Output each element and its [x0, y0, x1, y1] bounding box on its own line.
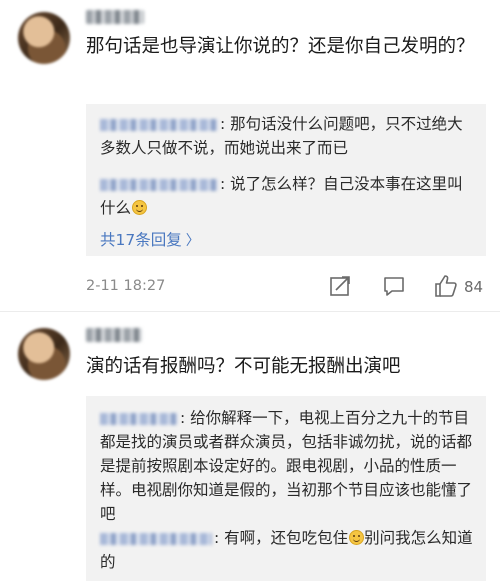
reply-text: : 给你解释一下，电视上百分之九十的节目都是找的演员或者群众演员，包括非诚勿扰，… [100, 409, 473, 523]
username-blurred[interactable] [86, 10, 144, 24]
username-blurred[interactable] [86, 328, 142, 342]
comment-text: 演的话有报酬吗？不可能无报酬出演吧 [86, 356, 401, 377]
reply-username-blurred[interactable]: x [100, 412, 178, 425]
comment-item: 那句话是也导演让你说的？还是你自己发明的？ x: 那句话没什么问题吧，只不过绝大… [0, 0, 500, 311]
comment-item: 演的话有报酬吗？不可能无报酬出演吧 x: 给你解释一下，电视上百分之九十的节目都… [0, 311, 500, 581]
more-replies-link[interactable]: 共17条回复〉 [100, 228, 200, 250]
like-icon[interactable] [434, 274, 458, 298]
reply-text: : 有啊，还包吃包住 [214, 529, 349, 547]
reply-username-blurred[interactable]: x [100, 118, 218, 131]
avatar[interactable] [18, 12, 70, 64]
smile-emoji [132, 200, 148, 215]
reply-box: x: 给你解释一下，电视上百分之九十的节目都是找的演员或者群众演员，包括非诚勿扰… [86, 396, 486, 581]
avatar[interactable] [18, 328, 70, 380]
comment-meta: 2-11 18:27 84 [86, 274, 486, 302]
reply-username-blurred[interactable]: x [100, 532, 212, 545]
chevron-right-icon: 〉 [185, 233, 200, 249]
reply-item[interactable]: x: 那句话没什么问题吧，只不过绝大多数人只做不说，而她说出来了而已 [86, 112, 486, 160]
reply-item[interactable]: x: 给你解释一下，电视上百分之九十的节目都是找的演员或者群众演员，包括非诚勿扰… [86, 406, 486, 526]
share-icon[interactable] [328, 274, 352, 298]
reply-item[interactable]: x: 有啊，还包吃包住别问我怎么知道的 [86, 526, 486, 574]
reply-item[interactable]: x: 说了怎么样？自己没本事在这里叫什么 [86, 172, 486, 220]
timestamp: 2-11 18:27 [86, 278, 166, 294]
like-count: 84 [464, 278, 484, 296]
reply-username-blurred[interactable]: x [100, 178, 218, 191]
reply-box: x: 那句话没什么问题吧，只不过绝大多数人只做不说，而她说出来了而已 x: 说了… [86, 104, 486, 256]
comment-icon[interactable] [382, 274, 406, 298]
comment-text: 那句话是也导演让你说的？还是你自己发明的？ [86, 36, 475, 57]
smile-emoji [349, 530, 365, 545]
